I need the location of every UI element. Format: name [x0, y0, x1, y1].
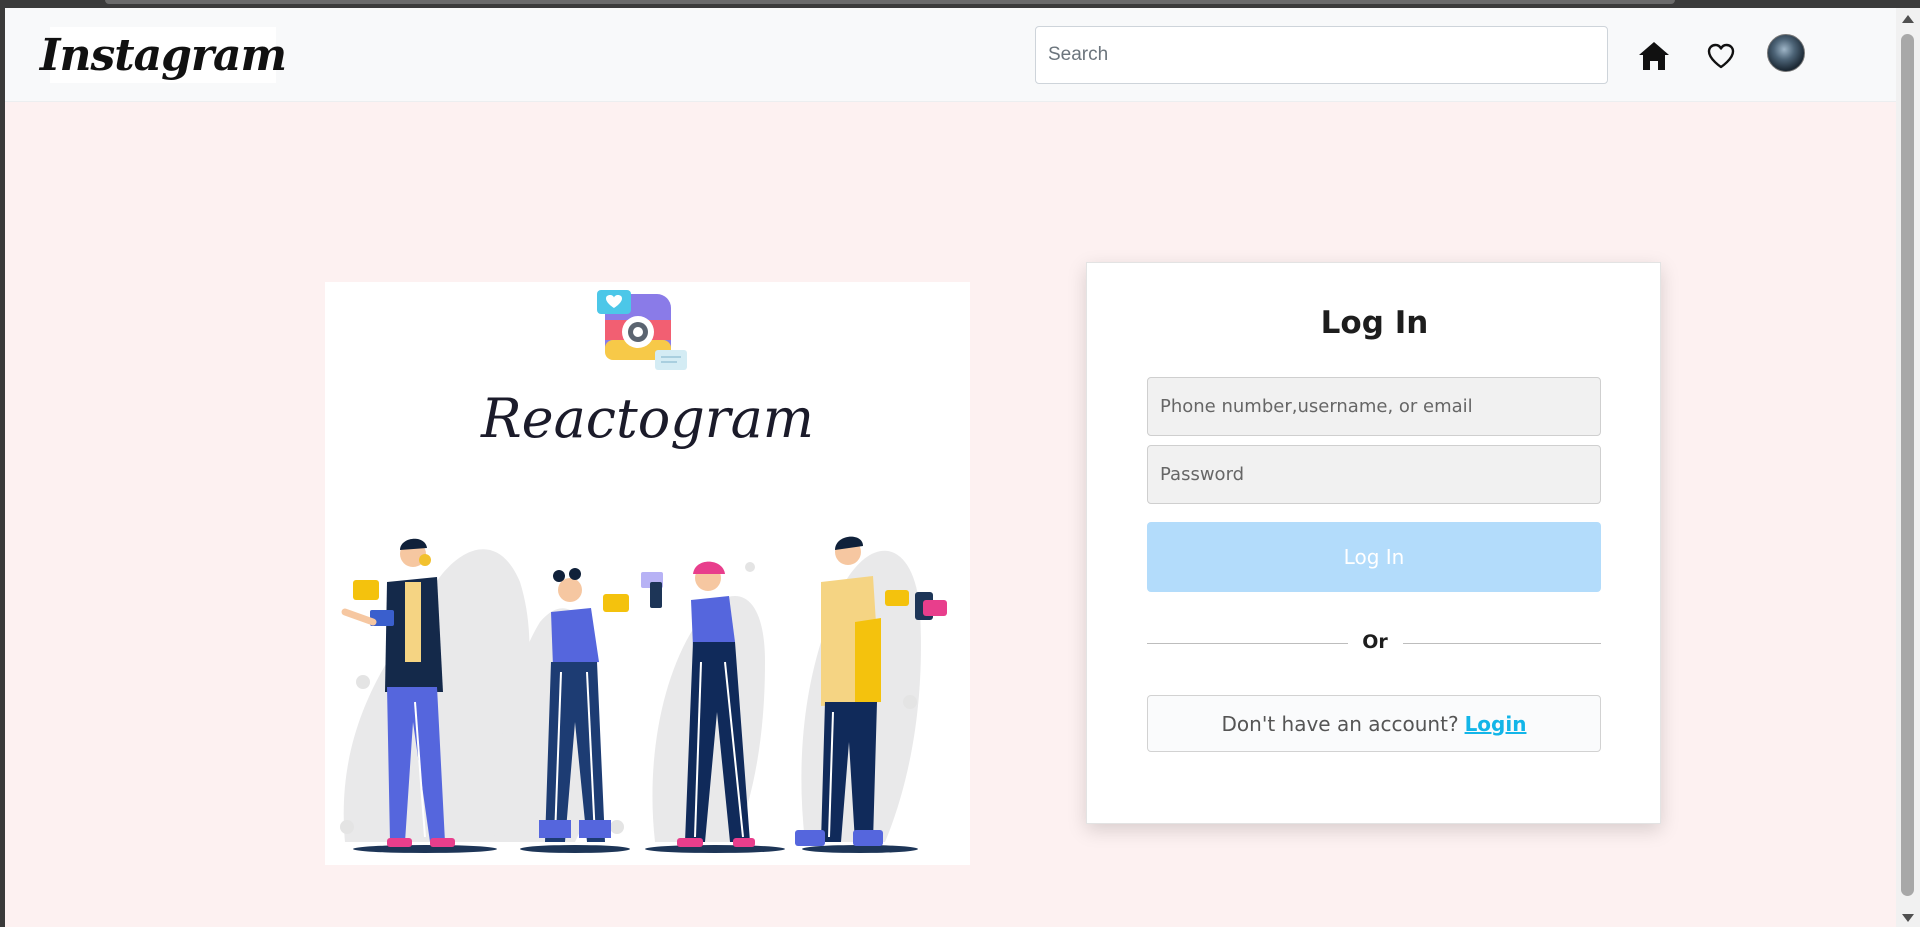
scroll-up-icon[interactable] — [1902, 15, 1914, 23]
illustration-panel: Reactogram — [325, 282, 970, 865]
instagram-camera-icon — [597, 290, 687, 370]
scroll-down-icon[interactable] — [1902, 914, 1914, 922]
scrollbar[interactable] — [1896, 8, 1920, 927]
heart-icon[interactable] — [1704, 40, 1738, 72]
scroll-thumb[interactable] — [1901, 34, 1914, 896]
brand-title: Reactogram — [480, 387, 815, 450]
avatar[interactable] — [1767, 34, 1805, 72]
login-card: Log In Log In Or Don't have an account? … — [1086, 262, 1661, 824]
page-viewport: Instagram Search Reactogram Log In Phone… — [5, 8, 1896, 927]
or-divider: Or — [1362, 631, 1388, 653]
identifier-input[interactable] — [1147, 377, 1601, 436]
divider-line-right — [1403, 643, 1601, 644]
illustration-graphic — [340, 290, 947, 853]
login-title: Log In — [1320, 305, 1429, 341]
browser-tab-strip — [105, 0, 1675, 4]
signup-prompt: Don't have an account? — [1221, 711, 1459, 736]
signup-link[interactable]: Login — [1465, 712, 1527, 736]
logo[interactable]: Instagram — [40, 27, 287, 83]
signup-box: Don't have an account? Login — [1147, 695, 1601, 752]
navbar: Instagram — [5, 8, 1896, 102]
home-icon[interactable] — [1637, 40, 1671, 72]
password-input[interactable] — [1147, 445, 1601, 504]
logo-text: Instagram — [39, 29, 287, 81]
search-input[interactable] — [1035, 26, 1608, 84]
login-button[interactable]: Log In — [1147, 522, 1601, 592]
divider-line-left — [1147, 643, 1348, 644]
